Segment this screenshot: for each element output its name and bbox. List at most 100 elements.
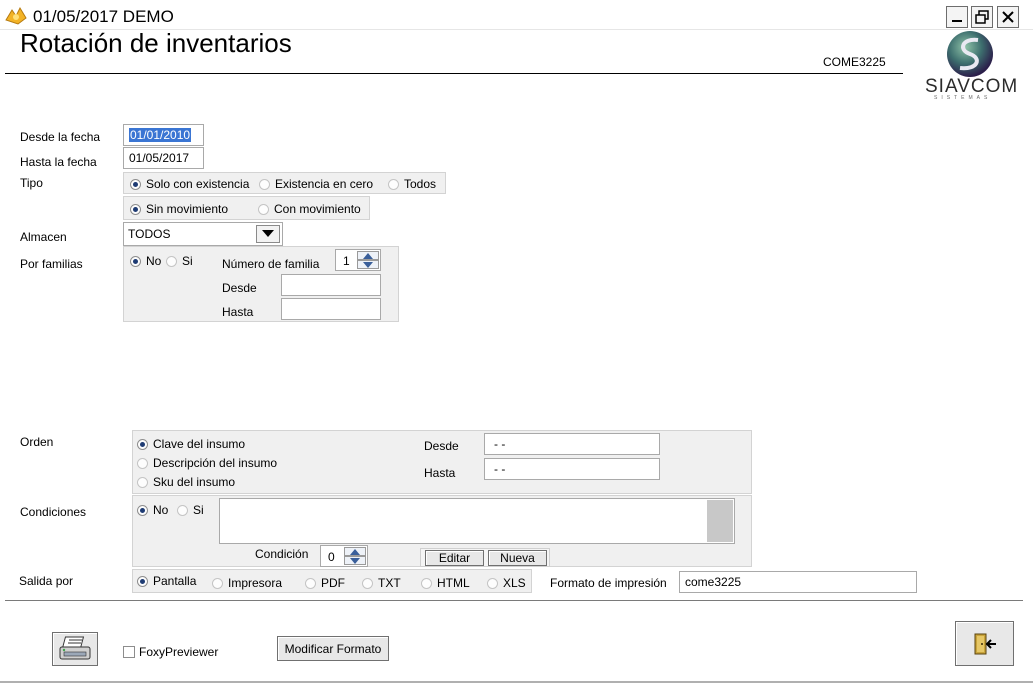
orden-desde-value: - - [494,437,506,451]
condiciones-textarea[interactable] [219,498,735,544]
orden-desde-input[interactable]: - - [484,433,660,455]
nueva-button[interactable]: Nueva [488,550,547,566]
radio-unselected-icon [137,476,148,488]
chevron-down-icon [262,230,274,237]
tipo-option-label: Solo con existencia [146,177,250,191]
close-button[interactable] [997,6,1019,28]
tipo-option-existencia-cero[interactable]: Existencia en cero [259,177,373,191]
desde-fecha-label: Desde la fecha [20,130,101,144]
condiciones-option-label: Si [193,503,204,517]
title-bar: 01/05/2017 DEMO [0,0,1033,30]
condicion-label: Condición [255,547,309,561]
orden-label: Orden [20,435,54,449]
familia-desde-input[interactable] [281,274,381,296]
salida-group: Pantalla Impresora PDF TXT HTML XLS [132,569,532,593]
radio-unselected-icon [421,577,432,589]
minimize-button[interactable] [946,6,968,28]
salida-option-txt[interactable]: TXT [362,576,401,590]
spinner-down-button[interactable] [344,556,366,565]
radio-selected-icon [137,504,148,516]
salida-option-label: HTML [437,576,470,590]
window-bottom-border [0,681,1033,683]
almacen-value: TODOS [128,227,171,241]
numero-familia-label: Número de familia [222,257,320,271]
orden-option-label: Sku del insumo [153,475,236,489]
orden-option-descripcion[interactable]: Descripción del insumo [137,456,277,470]
formato-input[interactable]: come3225 [679,571,917,593]
formato-value: come3225 [685,575,742,589]
salida-option-pantalla[interactable]: Pantalla [137,574,196,588]
familia-hasta-label: Hasta [222,305,254,319]
print-button[interactable] [52,632,98,666]
familia-desde-label: Desde [222,281,257,295]
desde-fecha-input[interactable]: 01/01/2010 [123,124,204,146]
radio-unselected-icon [362,577,373,589]
condiciones-label: Condiciones [20,505,87,519]
radio-selected-icon [130,178,141,190]
dropdown-button[interactable] [256,225,280,243]
tipo-option-solo-existencia[interactable]: Solo con existencia [130,177,249,191]
hasta-fecha-input[interactable]: 01/05/2017 [123,147,204,169]
spinner-down-button[interactable] [357,260,379,269]
window-title: 01/05/2017 DEMO [33,7,174,26]
movimiento-option-label: Sin movimiento [146,202,229,216]
salida-option-pdf[interactable]: PDF [305,576,345,590]
orden-desde-label: Desde [424,439,459,453]
page-title: Rotación de inventarios [20,28,292,58]
editar-button[interactable]: Editar [425,550,484,566]
salida-option-html[interactable]: HTML [421,576,470,590]
movimiento-option-sin[interactable]: Sin movimiento [130,202,228,216]
familias-label: Por familias [20,257,83,271]
numero-familia-spinner[interactable]: 1 [335,249,381,271]
radio-unselected-icon [212,577,223,589]
orden-option-label: Descripción del insumo [153,456,278,470]
salida-label: Salida por [19,574,74,588]
orden-option-clave[interactable]: Clave del insumo [137,437,245,451]
scrollbar[interactable] [707,500,733,542]
condicion-spinner[interactable]: 0 [320,545,368,567]
modificar-formato-button[interactable]: Modificar Formato [277,636,389,661]
hasta-fecha-value: 01/05/2017 [129,151,190,165]
familias-option-si[interactable]: Si [166,254,193,268]
condiciones-option-label: No [153,503,169,517]
logo-subtext: SISTEMAS [934,95,992,101]
movimiento-option-label: Con movimiento [274,202,361,216]
orden-option-sku[interactable]: Sku del insumo [137,475,235,489]
familias-group: No Si Número de familia 1 Desde Hasta [123,246,399,322]
restore-button[interactable] [971,6,993,28]
restore-icon [975,10,989,24]
minimize-icon [952,20,962,22]
radio-unselected-icon [388,178,399,190]
tipo-label: Tipo [20,176,43,190]
condicion-value: 0 [328,550,335,564]
familia-hasta-input[interactable] [281,298,381,320]
exit-button[interactable] [955,621,1014,666]
salida-option-label: Pantalla [153,574,197,588]
tipo-option-label: Todos [404,177,437,191]
numero-familia-value: 1 [343,254,350,268]
close-icon [1002,11,1014,23]
radio-unselected-icon [305,577,316,589]
tipo-group: Solo con existencia Existencia en cero T… [123,172,446,194]
foxypreviewer-label: FoxyPreviewer [139,645,219,659]
chevron-up-icon [350,548,360,555]
tipo-option-todos[interactable]: Todos [388,177,436,191]
tipo-option-label: Existencia en cero [275,177,374,191]
chevron-up-icon [363,252,373,259]
salida-option-xls[interactable]: XLS [487,576,526,590]
orden-hasta-input[interactable]: - - [484,458,660,480]
almacen-select[interactable]: TODOS [123,222,283,246]
condiciones-option-no[interactable]: No [137,503,168,517]
radio-unselected-icon [487,577,498,589]
salida-option-label: TXT [378,576,401,590]
condiciones-option-si[interactable]: Si [177,503,204,517]
movimiento-option-con[interactable]: Con movimiento [258,202,361,216]
foxypreviewer-checkbox[interactable]: FoxyPreviewer [123,645,218,659]
orden-group: Clave del insumo Descripción del insumo … [132,430,752,494]
familias-option-no[interactable]: No [130,254,161,268]
spinner-up-button[interactable] [344,547,366,556]
salida-option-impresora[interactable]: Impresora [212,576,282,590]
radio-unselected-icon [258,203,269,215]
spinner-up-button[interactable] [357,251,379,260]
chevron-down-icon [350,557,360,564]
